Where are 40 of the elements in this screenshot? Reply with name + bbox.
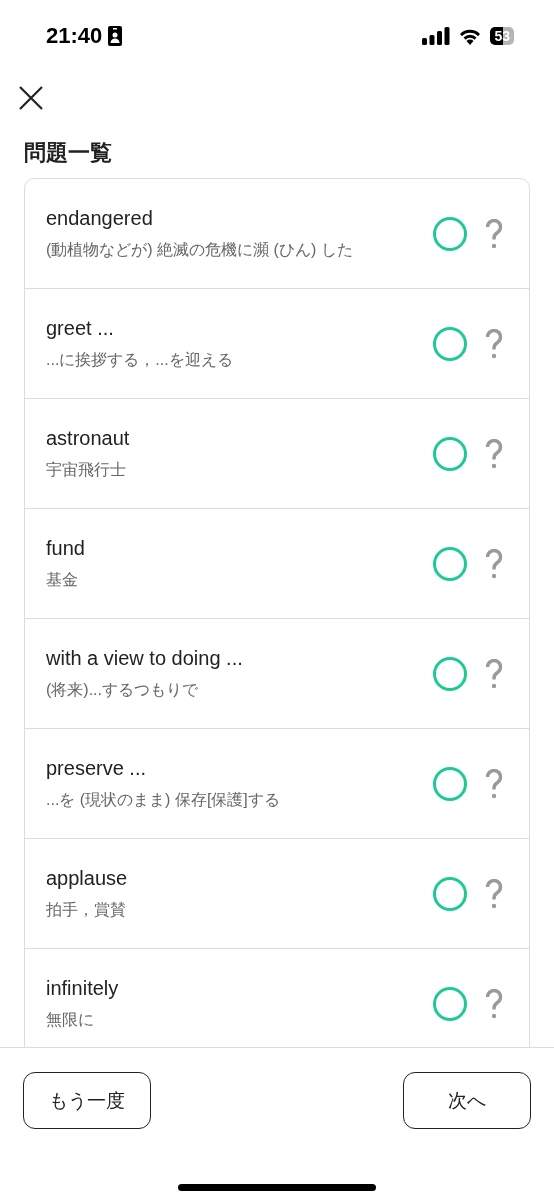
- close-button[interactable]: [18, 85, 44, 111]
- word-text: greet ...: [46, 316, 115, 340]
- circle-icon[interactable]: [433, 546, 467, 581]
- signal-icon: [422, 27, 451, 45]
- meaning-text: 宇宙飛行士: [46, 459, 127, 480]
- word-text: preserve ...: [46, 756, 148, 780]
- question-icon[interactable]: [485, 988, 503, 1019]
- word-text: with a view to doing ...: [46, 646, 244, 670]
- question-icon[interactable]: [485, 218, 503, 249]
- circle-icon[interactable]: [433, 436, 467, 471]
- circle-icon[interactable]: [433, 766, 467, 801]
- word-text: fund: [46, 536, 86, 560]
- id-card-icon: [108, 26, 123, 46]
- question-icon[interactable]: [485, 658, 503, 689]
- circle-icon[interactable]: [433, 326, 467, 361]
- circle-icon[interactable]: [433, 986, 467, 1021]
- circle-icon[interactable]: [433, 656, 467, 691]
- next-button[interactable]: 次へ: [403, 1072, 531, 1129]
- meaning-text: 基金: [46, 569, 79, 590]
- meaning-text: (動植物などが) 絶滅の危機に瀕 (ひん) した: [46, 239, 354, 260]
- question-icon[interactable]: [485, 768, 503, 799]
- page-title: 問題一覧: [23, 139, 113, 167]
- question-icon[interactable]: [485, 328, 503, 359]
- question-icon[interactable]: [485, 438, 503, 469]
- meaning-text: 拍手，賞賛: [46, 899, 127, 920]
- word-text: endangered: [46, 206, 154, 230]
- meaning-text: 無限に: [46, 1009, 95, 1030]
- question-icon[interactable]: [485, 548, 503, 579]
- retry-button[interactable]: もう一度: [23, 1072, 151, 1129]
- meaning-text: ...に挨拶する，...を迎える: [46, 349, 234, 370]
- word-text: astronaut: [46, 426, 131, 450]
- circle-icon[interactable]: [433, 216, 467, 251]
- question-icon[interactable]: [485, 878, 503, 909]
- word-text: applause: [46, 866, 129, 890]
- meaning-text: ...を (現状のまま) 保存[保護]する: [46, 789, 281, 810]
- status-time: 21:40: [46, 23, 103, 49]
- meaning-text: (将来)...するつもりで: [46, 679, 199, 700]
- circle-icon[interactable]: [433, 876, 467, 911]
- word-text: infinitely: [46, 976, 120, 1000]
- wifi-icon: [458, 27, 483, 45]
